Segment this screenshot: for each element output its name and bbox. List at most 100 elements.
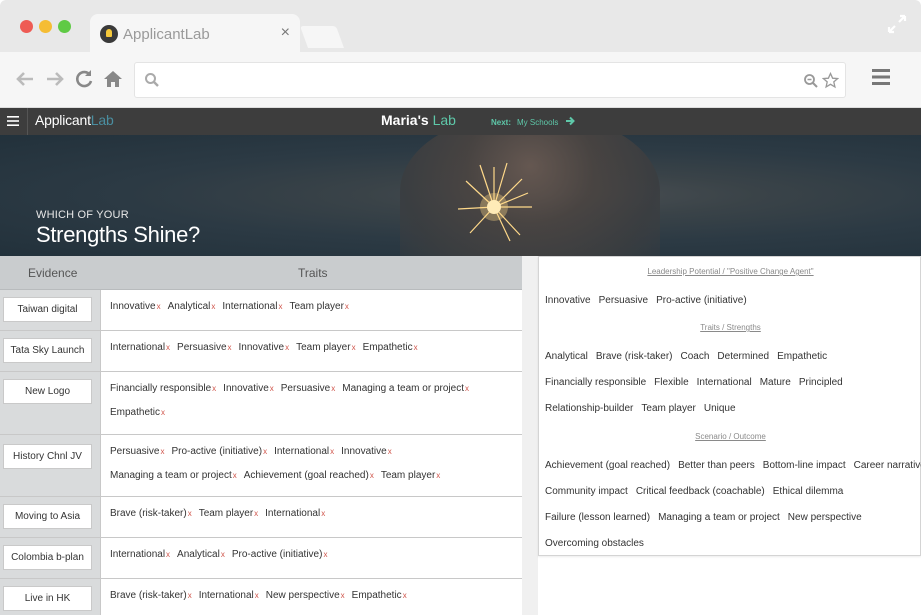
- remove-trait-button[interactable]: x: [345, 302, 349, 311]
- trait-option[interactable]: Financially responsible: [545, 377, 646, 388]
- remove-trait-button[interactable]: x: [221, 550, 225, 559]
- fullscreen-icon[interactable]: [887, 14, 907, 34]
- trait-option[interactable]: Critical feedback (coachable): [636, 486, 765, 497]
- remove-trait-button[interactable]: x: [160, 447, 164, 456]
- trait-chip: Managing a team or projectx: [342, 383, 469, 394]
- evidence-button[interactable]: Live in HK: [3, 586, 92, 611]
- remove-trait-button[interactable]: x: [331, 384, 335, 393]
- trait-option[interactable]: Empathetic: [777, 351, 827, 362]
- back-arrow-icon[interactable]: [14, 68, 36, 90]
- remove-trait-button[interactable]: x: [278, 302, 282, 311]
- trait-label: International: [222, 301, 278, 312]
- trait-option[interactable]: International: [697, 377, 752, 388]
- trait-option[interactable]: Determined: [717, 351, 769, 362]
- evidence-button[interactable]: Taiwan digital: [3, 297, 92, 322]
- remove-trait-button[interactable]: x: [212, 384, 216, 393]
- traits-cell: Innovativex Analyticalx Internationalx Team…: [110, 299, 515, 323]
- remove-trait-button[interactable]: x: [254, 509, 258, 518]
- minimize-window-button[interactable]: [39, 20, 52, 33]
- remove-trait-button[interactable]: x: [188, 509, 192, 518]
- hamburger-menu-icon[interactable]: [7, 115, 19, 127]
- remove-trait-button[interactable]: x: [403, 591, 407, 600]
- zoom-out-icon[interactable]: [803, 73, 819, 89]
- trait-option[interactable]: Ethical dilemma: [773, 486, 844, 497]
- trait-option[interactable]: Coach: [681, 351, 710, 362]
- remove-trait-button[interactable]: x: [465, 384, 469, 393]
- browser-tab[interactable]: ApplicantLab ×: [90, 14, 300, 52]
- reload-icon[interactable]: [73, 68, 95, 90]
- trait-option[interactable]: Team player: [641, 403, 695, 414]
- trait-label: Financially responsible: [110, 383, 212, 394]
- remove-trait-button[interactable]: x: [255, 591, 259, 600]
- search-icon: [145, 73, 159, 87]
- trait-option[interactable]: Better than peers: [678, 460, 755, 471]
- evidence-button[interactable]: New Logo: [3, 379, 92, 404]
- brand-main: Applicant: [35, 112, 91, 128]
- hero-title: Strengths Shine?: [36, 222, 200, 247]
- remove-trait-button[interactable]: x: [161, 408, 165, 417]
- browser-menu-icon[interactable]: [872, 69, 890, 85]
- trait-option[interactable]: Failure (lesson learned): [545, 512, 650, 523]
- remove-trait-button[interactable]: x: [166, 550, 170, 559]
- browser-titlebar: ApplicantLab ×: [0, 0, 921, 52]
- trait-option[interactable]: Overcoming obstacles: [545, 538, 644, 549]
- table-edge: [522, 256, 538, 615]
- trait-option[interactable]: Achievement (goal reached): [545, 460, 670, 471]
- remove-trait-button[interactable]: x: [370, 471, 374, 480]
- evidence-button[interactable]: History Chnl JV: [3, 444, 92, 469]
- remove-trait-button[interactable]: x: [414, 343, 418, 352]
- trait-option[interactable]: Career narrative: [854, 460, 921, 471]
- trait-option[interactable]: Brave (risk-taker): [596, 351, 673, 362]
- trait-option[interactable]: Analytical: [545, 351, 588, 362]
- remove-trait-button[interactable]: x: [436, 471, 440, 480]
- trait-option[interactable]: Persuasive: [599, 295, 648, 306]
- remove-trait-button[interactable]: x: [228, 343, 232, 352]
- remove-trait-button[interactable]: x: [263, 447, 267, 456]
- remove-trait-button[interactable]: x: [211, 302, 215, 311]
- trait-option[interactable]: Managing a team or project: [658, 512, 780, 523]
- address-bar[interactable]: [134, 62, 846, 98]
- trait-chip: Team playerx: [289, 301, 348, 312]
- trait-chip: Empatheticx: [352, 590, 407, 601]
- evidence-button[interactable]: Colombia b-plan: [3, 545, 92, 570]
- section-title: Scenario / Outcome: [695, 432, 766, 441]
- remove-trait-button[interactable]: x: [285, 343, 289, 352]
- tab-close-button[interactable]: ×: [281, 24, 290, 42]
- remove-trait-button[interactable]: x: [352, 343, 356, 352]
- brand-logo[interactable]: ApplicantLab: [35, 112, 114, 128]
- trait-option[interactable]: Flexible: [654, 377, 688, 388]
- evidence-button[interactable]: Moving to Asia: [3, 504, 92, 529]
- trait-option[interactable]: Unique: [704, 403, 736, 414]
- remove-trait-button[interactable]: x: [341, 591, 345, 600]
- remove-trait-button[interactable]: x: [388, 447, 392, 456]
- trait-option[interactable]: Principled: [799, 377, 843, 388]
- trait-option[interactable]: New perspective: [788, 512, 862, 523]
- trait-option[interactable]: Pro-active (initiative): [656, 295, 747, 306]
- remove-trait-button[interactable]: x: [166, 343, 170, 352]
- new-tab-button[interactable]: [299, 26, 345, 48]
- remove-trait-button[interactable]: x: [321, 509, 325, 518]
- trait-option[interactable]: Relationship-builder: [545, 403, 633, 414]
- star-bookmark-icon[interactable]: [822, 72, 839, 89]
- remove-trait-button[interactable]: x: [233, 471, 237, 480]
- trait-label: Innovative: [223, 383, 269, 394]
- close-window-button[interactable]: [20, 20, 33, 33]
- remove-trait-button[interactable]: x: [270, 384, 274, 393]
- maximize-window-button[interactable]: [58, 20, 71, 33]
- trait-option[interactable]: Mature: [760, 377, 791, 388]
- evidence-button[interactable]: Tata Sky Launch: [3, 338, 92, 363]
- trait-option[interactable]: Community impact: [545, 486, 628, 497]
- arrow-right-icon[interactable]: [565, 116, 575, 126]
- trait-palette: Leadership Potential / "Positive Change …: [538, 256, 921, 556]
- home-icon[interactable]: [102, 68, 124, 90]
- remove-trait-button[interactable]: x: [323, 550, 327, 559]
- remove-trait-button[interactable]: x: [188, 591, 192, 600]
- trait-label: International: [198, 590, 254, 601]
- next-my-schools-link[interactable]: My Schools: [517, 118, 558, 127]
- remove-trait-button[interactable]: x: [157, 302, 161, 311]
- trait-option[interactable]: Innovative: [545, 295, 591, 306]
- trait-option[interactable]: Bottom-line impact: [763, 460, 846, 471]
- remove-trait-button[interactable]: x: [330, 447, 334, 456]
- trait-chip: Innovativex: [110, 301, 161, 312]
- forward-arrow-icon[interactable]: [44, 68, 66, 90]
